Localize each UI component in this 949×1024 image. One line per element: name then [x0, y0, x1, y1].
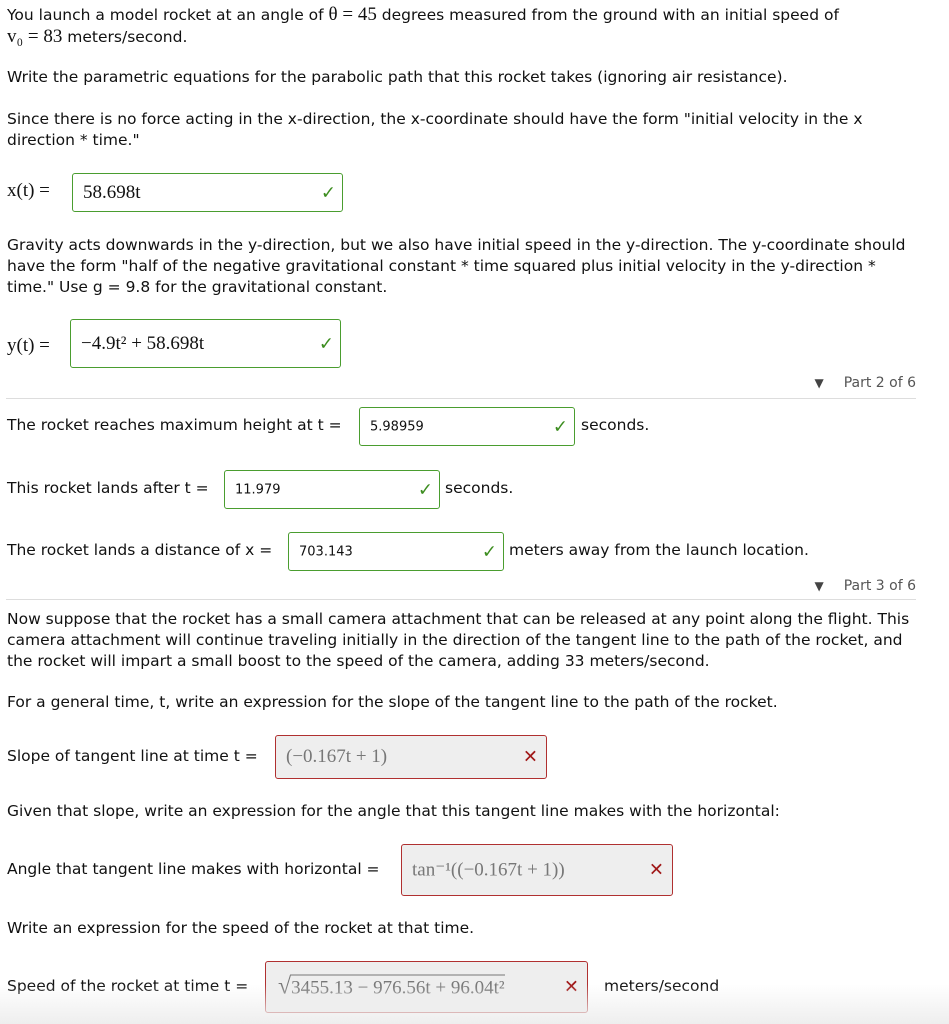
y-label: y(t) = [7, 335, 50, 356]
y-answer-value: −4.9t² + 58.698t [81, 332, 205, 354]
divider [6, 398, 916, 399]
triangle-down-icon: ▼ [814, 579, 824, 593]
y-answer-input[interactable]: −4.9t² + 58.698t ✓ [70, 319, 341, 368]
cross-icon: ✕ [648, 859, 664, 881]
slope-prompt: For a general time, t, write an expressi… [7, 693, 778, 711]
max-height-label: The rocket reaches maximum height at t = [7, 416, 342, 434]
max-height-value: 5.98959 [370, 419, 424, 434]
check-icon: ✓ [552, 416, 568, 437]
part-3-toggle[interactable]: ▼ Part 3 of 6 [814, 578, 916, 594]
slope-input[interactable]: (−0.167t + 1) ✕ [275, 735, 547, 779]
intro-text-2: degrees measured from the ground with an… [376, 6, 839, 24]
angle-label: Angle that tangent line makes with horiz… [7, 860, 380, 878]
x-hint: Since there is no force acting in the x-… [7, 110, 863, 149]
theta-value: θ = 45 [328, 4, 377, 25]
angle-prompt: Given that slope, write an expression fo… [7, 802, 780, 820]
check-icon: ✓ [320, 182, 336, 203]
triangle-down-icon: ▼ [814, 376, 824, 390]
distance-input[interactable]: 703.143 ✓ [288, 532, 504, 571]
speed-prompt: Write an expression for the speed of the… [7, 919, 475, 937]
y-hint: Gravity acts downwards in the y-directio… [7, 236, 906, 296]
part-2-label: Part 2 of 6 [843, 375, 916, 391]
angle-input[interactable]: tan⁻¹((−0.167t + 1)) ✕ [401, 844, 673, 896]
part-3-label: Part 3 of 6 [843, 578, 916, 594]
intro-text: You launch a model rocket at an angle of [7, 6, 329, 24]
angle-value: tan⁻¹((−0.167t + 1)) [412, 859, 565, 881]
x-label: x(t) = [7, 180, 50, 201]
slope-label: Slope of tangent line at time t = [7, 747, 258, 765]
bottom-fade [0, 984, 949, 1024]
parametric-prompt: Write the parametric equations for the p… [7, 68, 788, 86]
lands-value: 11.979 [235, 482, 281, 497]
check-icon: ✓ [481, 541, 497, 562]
x-answer-input[interactable]: 58.698t ✓ [72, 173, 343, 212]
slope-value: (−0.167t + 1) [286, 746, 388, 767]
intro: You launch a model rocket at an angle of… [7, 4, 927, 48]
lands-unit: seconds. [445, 479, 514, 497]
intro-text-3: meters/second. [62, 28, 188, 46]
v0-value: v₀ = 83 [7, 26, 63, 47]
lands-input[interactable]: 11.979 ✓ [224, 470, 440, 509]
distance-value: 703.143 [299, 544, 353, 559]
max-height-input[interactable]: 5.98959 ✓ [359, 407, 575, 446]
check-icon: ✓ [318, 333, 334, 354]
camera-text: Now suppose that the rocket has a small … [7, 610, 910, 670]
distance-label: The rocket lands a distance of x = [7, 541, 273, 559]
max-height-unit: seconds. [581, 416, 650, 434]
divider [6, 599, 916, 600]
distance-unit: meters away from the launch location. [509, 541, 809, 559]
lands-label: This rocket lands after t = [7, 479, 209, 497]
part-2-toggle[interactable]: ▼ Part 2 of 6 [814, 375, 916, 391]
x-answer-value: 58.698t [83, 181, 141, 203]
check-icon: ✓ [417, 479, 433, 500]
cross-icon: ✕ [522, 746, 538, 768]
